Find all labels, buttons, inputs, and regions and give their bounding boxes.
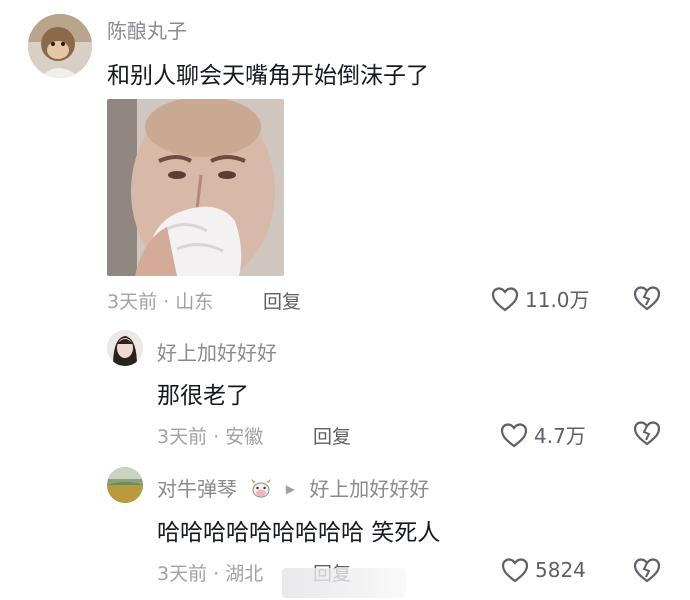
like-count: 4.7万 [534,424,586,448]
like-button[interactable]: 11.0万 [491,284,590,313]
heart-icon [500,422,528,447]
user-avatar[interactable] [107,467,143,503]
watermark-overlay [282,568,406,598]
comment-item: 陈酿丸子 和别人聊会天嘴角开始倒沫子了 3天前 · 山东 回复 11.0万 [0,0,690,320]
comment-text: 哈哈哈哈哈哈哈哈哈 笑死人 [157,520,441,546]
username[interactable]: 陈酿丸子 [107,15,187,44]
field-avatar-icon [107,467,143,503]
username[interactable]: 对牛弹琴 [157,477,237,501]
crying-man-sticker[interactable] [107,99,284,276]
monkey-avatar-icon [28,14,92,78]
cow-icon [249,477,273,499]
reply-arrow-icon: ▶ [285,482,295,496]
comment-text: 和别人聊会天嘴角开始倒沫子了 [107,63,429,89]
username-row: 对牛弹琴 ▶ 好上加好好好 [157,473,429,502]
broken-heart-icon [633,286,661,311]
user-avatar[interactable] [107,330,143,366]
username[interactable]: 好上加好好好 [157,337,277,366]
woman-avatar-icon [107,330,143,366]
user-avatar[interactable] [28,14,92,78]
comment-meta: 3天前 · 安徽 [157,426,264,448]
heart-icon [501,558,529,583]
comment-meta: 3天前 · 湖北 [157,563,264,585]
reply-to-username[interactable]: 好上加好好好 [309,477,429,501]
like-count: 11.0万 [525,288,590,312]
like-button[interactable]: 4.7万 [500,420,586,449]
dislike-button[interactable] [633,285,661,311]
crying-man-sticker-icon [107,99,284,276]
reply-button[interactable]: 回复 [313,422,351,449]
comment-text: 那很老了 [157,383,249,409]
like-button[interactable]: 5824 [501,557,586,583]
reply-item: 好上加好好好 那很老了 3天前 · 安徽 回复 4.7万 [0,320,690,450]
broken-heart-icon [633,558,661,583]
dislike-button[interactable] [633,557,661,583]
comment-meta: 3天前 · 山东 [107,291,214,313]
heart-icon [491,286,519,311]
dislike-button[interactable] [633,420,661,446]
reply-button[interactable]: 回复 [263,287,301,314]
like-count: 5824 [535,558,586,582]
broken-heart-icon [633,421,661,446]
